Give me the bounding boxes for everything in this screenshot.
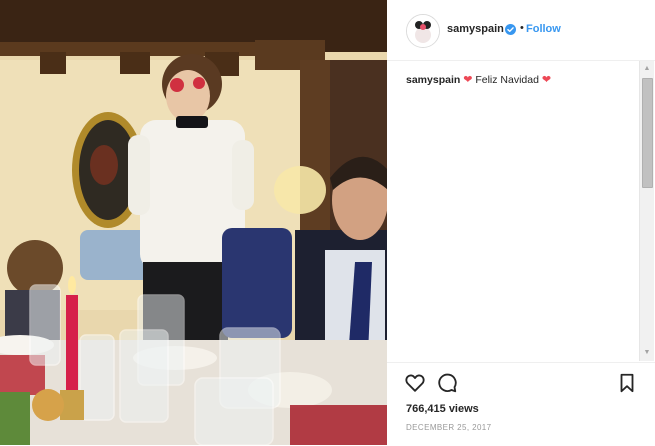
views-count[interactable]: 766,415 views (406, 403, 479, 415)
post-sidebar: samyspain • Follow samyspain ❤ Feliz Nav… (387, 0, 655, 445)
speech-bubble-icon[interactable] (436, 372, 458, 394)
caption-username[interactable]: samyspain (406, 74, 460, 86)
red-heart-icon: ❤ (541, 74, 552, 86)
instagram-post: samyspain • Follow samyspain ❤ Feliz Nav… (0, 0, 655, 445)
post-date[interactable]: DECEMBER 25, 2017 (406, 423, 492, 432)
video-frame (0, 0, 387, 445)
heart-outline-icon[interactable] (404, 372, 426, 394)
username-link[interactable]: samyspain (447, 23, 504, 35)
scrollbar-thumb[interactable] (642, 78, 653, 188)
avatar-image (407, 15, 439, 47)
separator-dot: • (520, 22, 524, 34)
red-heart-icon: ❤ (463, 74, 473, 86)
scroll-down-arrow-icon[interactable]: ▼ (640, 347, 654, 359)
post-caption: samyspain ❤ Feliz Navidad ❤ (406, 73, 551, 86)
caption-text: Feliz Navidad (475, 74, 539, 86)
verified-badge-icon (505, 24, 516, 35)
comments-scrollbar[interactable]: ▲ ▼ (639, 61, 654, 361)
bookmark-icon[interactable] (616, 372, 638, 394)
comments-area: samyspain ❤ Feliz Navidad ❤ (387, 61, 639, 361)
follow-button[interactable]: Follow (526, 23, 561, 35)
avatar[interactable] (406, 14, 440, 48)
post-video[interactable] (0, 0, 387, 445)
post-header: samyspain • Follow (387, 0, 655, 61)
scroll-up-arrow-icon[interactable]: ▲ (640, 63, 654, 75)
post-actions: 766,415 views DECEMBER 25, 2017 (387, 362, 655, 446)
